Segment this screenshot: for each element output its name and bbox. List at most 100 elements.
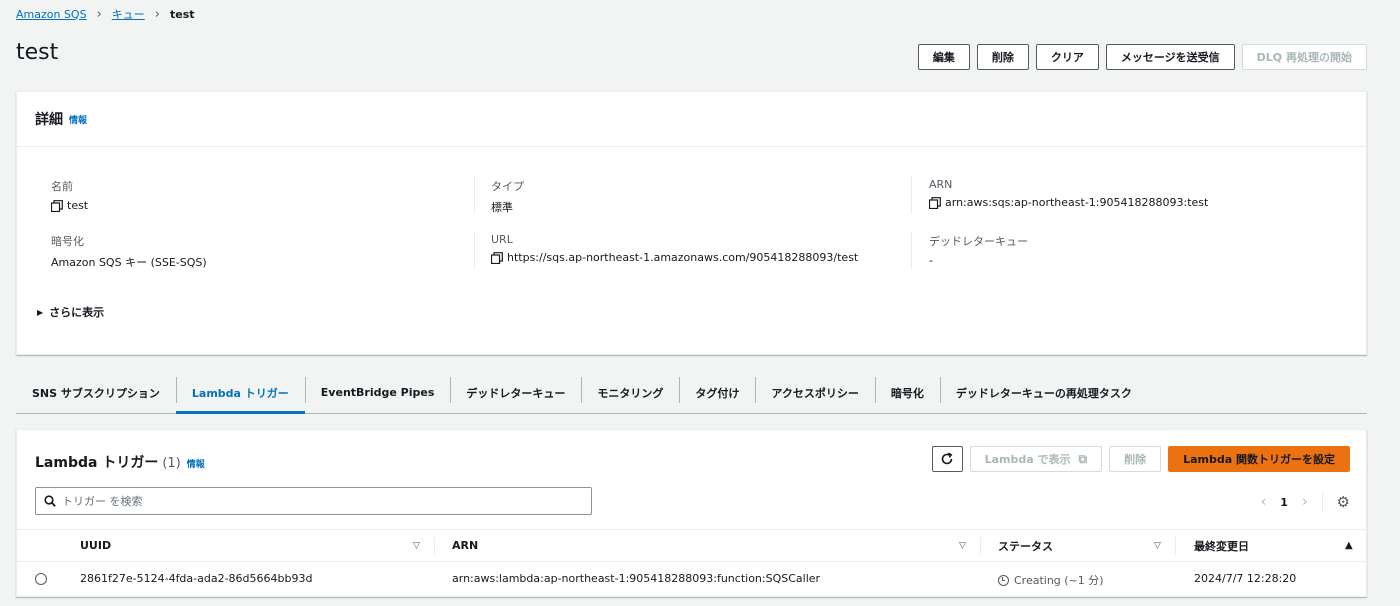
copy-icon[interactable] <box>491 251 503 264</box>
breadcrumb: Amazon SQS › キュー › test <box>16 6 195 22</box>
type-field: タイプ 標準 <box>491 178 524 215</box>
view-in-lambda-button[interactable]: Lambda で表示 ⧉ <box>969 446 1103 472</box>
column-divider <box>434 537 435 555</box>
arn-value-row: arn:aws:sqs:ap-northeast-1:905418288093:… <box>929 196 1208 209</box>
edit-button[interactable]: 編集 <box>917 44 970 70</box>
tab-tagging[interactable]: タグ付け <box>679 372 755 413</box>
breadcrumb-separator-icon: › <box>154 6 160 22</box>
sort-down-icon[interactable]: ▽ <box>413 541 420 551</box>
column-divider <box>911 176 912 214</box>
page-title: test <box>16 40 59 65</box>
sort-down-icon[interactable]: ▽ <box>1154 541 1161 551</box>
lambda-triggers-panel: Lambda トリガー (1) 情報 Lambda で表示 ⧉ 削除 Lambd… <box>16 429 1368 597</box>
cell-uuid: 2861f27e-5124-4fda-ada2-86d5664bb93d <box>80 572 313 585</box>
tab-eventbridge-pipes[interactable]: EventBridge Pipes <box>304 372 451 413</box>
type-label: タイプ <box>491 180 524 193</box>
encryption-field: 暗号化 Amazon SQS キー (SSE-SQS) <box>51 233 207 270</box>
lambda-triggers-count: (1) <box>162 456 181 471</box>
purge-button[interactable]: クリア <box>1035 44 1099 70</box>
table-header: UUID ▽ ARN ▽ ステータス ▽ 最終変更日 ▲ <box>17 529 1368 562</box>
queue-tabs: SNS サブスクリプション Lambda トリガー EventBridge Pi… <box>16 372 1367 414</box>
encryption-value: Amazon SQS キー (SSE-SQS) <box>51 256 207 269</box>
search-input[interactable] <box>62 494 562 508</box>
dlq-value: - <box>929 254 933 267</box>
url-value-row: https://sqs.ap-northeast-1.amazonaws.com… <box>491 251 858 264</box>
lambda-info-link[interactable]: 情報 <box>187 457 205 470</box>
dlq-redrive-button[interactable]: DLQ 再処理の開始 <box>1241 44 1367 70</box>
details-info-link[interactable]: 情報 <box>69 113 87 126</box>
name-value: test <box>67 199 89 212</box>
name-value-row: test <box>51 199 88 212</box>
column-header-last-modified[interactable]: 最終変更日 <box>1194 538 1249 554</box>
configure-lambda-trigger-button[interactable]: Lambda 関数トリガーを設定 <box>1168 446 1350 472</box>
tab-dlq-redrive-tasks[interactable]: デッドレターキューの再処理タスク <box>939 372 1148 413</box>
refresh-icon <box>941 452 953 465</box>
dlq-label: デッドレターキュー <box>929 235 1028 248</box>
cell-last-modified: 2024/7/7 12:28:20 <box>1194 572 1297 585</box>
tab-monitoring[interactable]: モニタリング <box>581 372 679 413</box>
breadcrumb-queues[interactable]: キュー <box>112 6 145 22</box>
arn-label: ARN <box>929 178 953 191</box>
encryption-label: 暗号化 <box>51 235 84 248</box>
column-header-arn[interactable]: ARN <box>452 539 478 552</box>
next-page-icon[interactable]: › <box>1302 494 1308 510</box>
status-label: Creating (~1 分) <box>1014 574 1104 587</box>
lambda-triggers-table: UUID ▽ ARN ▽ ステータス ▽ 最終変更日 ▲ 2861f27e-51… <box>17 529 1368 596</box>
gear-icon[interactable]: ⚙ <box>1337 493 1350 511</box>
send-receive-messages-button[interactable]: メッセージを送受信 <box>1105 44 1235 70</box>
breadcrumb-current: test <box>169 7 195 21</box>
column-header-status[interactable]: ステータス <box>998 538 1053 554</box>
tab-lambda-triggers[interactable]: Lambda トリガー <box>175 372 305 414</box>
sort-down-icon[interactable]: ▽ <box>959 541 966 551</box>
cell-arn: arn:aws:lambda:ap-northeast-1:9054182880… <box>452 572 821 585</box>
column-divider <box>474 176 475 214</box>
row-select-radio[interactable] <box>35 573 47 585</box>
refresh-button[interactable] <box>931 446 963 472</box>
show-more-toggle[interactable]: ▶ さらに表示 <box>37 304 104 320</box>
breadcrumb-amazon-sqs[interactable]: Amazon SQS <box>16 8 87 21</box>
url-label: URL <box>491 233 513 246</box>
caret-right-icon: ▶ <box>37 307 44 317</box>
arn-field: ARN arn:aws:sqs:ap-northeast-1:905418288… <box>929 178 1208 209</box>
delete-trigger-button[interactable]: 削除 <box>1109 446 1162 472</box>
column-divider <box>980 537 981 555</box>
name-field: 名前 test <box>51 178 88 212</box>
view-in-lambda-label: Lambda で表示 <box>984 453 1071 466</box>
type-value: 標準 <box>491 201 513 214</box>
tab-encryption[interactable]: 暗号化 <box>874 372 940 413</box>
clock-icon <box>998 574 1009 586</box>
tab-sns-subscriptions[interactable]: SNS サブスクリプション <box>16 372 176 413</box>
copy-icon[interactable] <box>51 199 63 212</box>
details-header: 詳細 情報 <box>17 92 1366 147</box>
details-title: 詳細 <box>35 112 63 128</box>
sort-up-icon[interactable]: ▲ <box>1345 540 1353 551</box>
lambda-actions: Lambda で表示 ⧉ 削除 Lambda 関数トリガーを設定 <box>931 446 1350 472</box>
lambda-triggers-title: Lambda トリガー <box>35 455 159 471</box>
arn-value: arn:aws:sqs:ap-northeast-1:905418288093:… <box>945 196 1209 209</box>
column-divider <box>911 231 912 269</box>
table-row[interactable]: 2861f27e-5124-4fda-ada2-86d5664bb93d arn… <box>17 562 1368 596</box>
header-actions: 編集 削除 クリア メッセージを送受信 DLQ 再処理の開始 <box>917 44 1367 70</box>
external-link-icon: ⧉ <box>1078 451 1088 466</box>
url-field: URL https://sqs.ap-northeast-1.amazonaws… <box>491 233 858 264</box>
search-box <box>35 487 592 515</box>
search-icon <box>44 495 56 507</box>
url-value: https://sqs.ap-northeast-1.amazonaws.com… <box>507 251 859 264</box>
copy-icon[interactable] <box>929 196 941 209</box>
dlq-field: デッドレターキュー - <box>929 233 1028 267</box>
lambda-triggers-header: Lambda トリガー (1) 情報 <box>35 452 205 472</box>
pagination: ‹ 1 › ⚙ <box>1261 492 1350 512</box>
page-number[interactable]: 1 <box>1280 496 1288 509</box>
pagination-divider <box>1321 492 1323 512</box>
column-divider <box>474 231 475 269</box>
previous-page-icon[interactable]: ‹ <box>1261 494 1267 510</box>
tab-access-policy[interactable]: アクセスポリシー <box>755 372 874 413</box>
breadcrumb-separator-icon: › <box>96 6 102 22</box>
tab-dead-letter-queue[interactable]: デッドレターキュー <box>450 372 581 413</box>
details-panel: 詳細 情報 名前 test タイプ 標準 ARN arn:aws:sqs:ap-… <box>16 91 1367 355</box>
show-more-label: さらに表示 <box>49 306 105 319</box>
name-label: 名前 <box>51 180 73 193</box>
cell-status: Creating (~1 分) <box>998 572 1104 588</box>
delete-button[interactable]: 削除 <box>976 44 1029 70</box>
column-header-uuid[interactable]: UUID <box>80 539 111 552</box>
